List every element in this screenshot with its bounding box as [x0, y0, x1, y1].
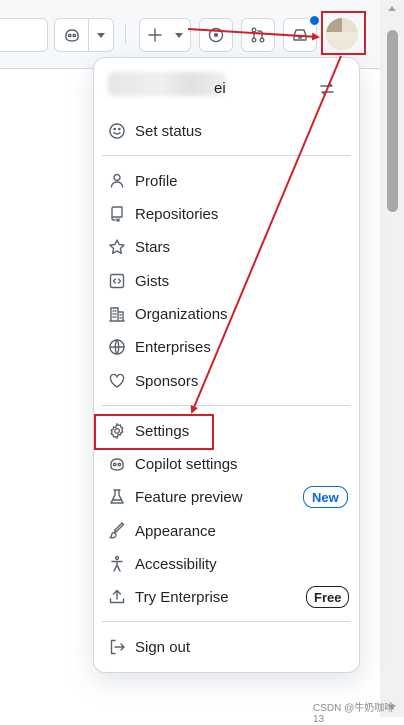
watermark: CSDN @牛奶咖啡13	[313, 703, 395, 725]
arrow-to-settings	[190, 55, 342, 414]
arrow-to-avatar	[187, 28, 320, 41]
annotation-arrows	[187, 28, 342, 414]
